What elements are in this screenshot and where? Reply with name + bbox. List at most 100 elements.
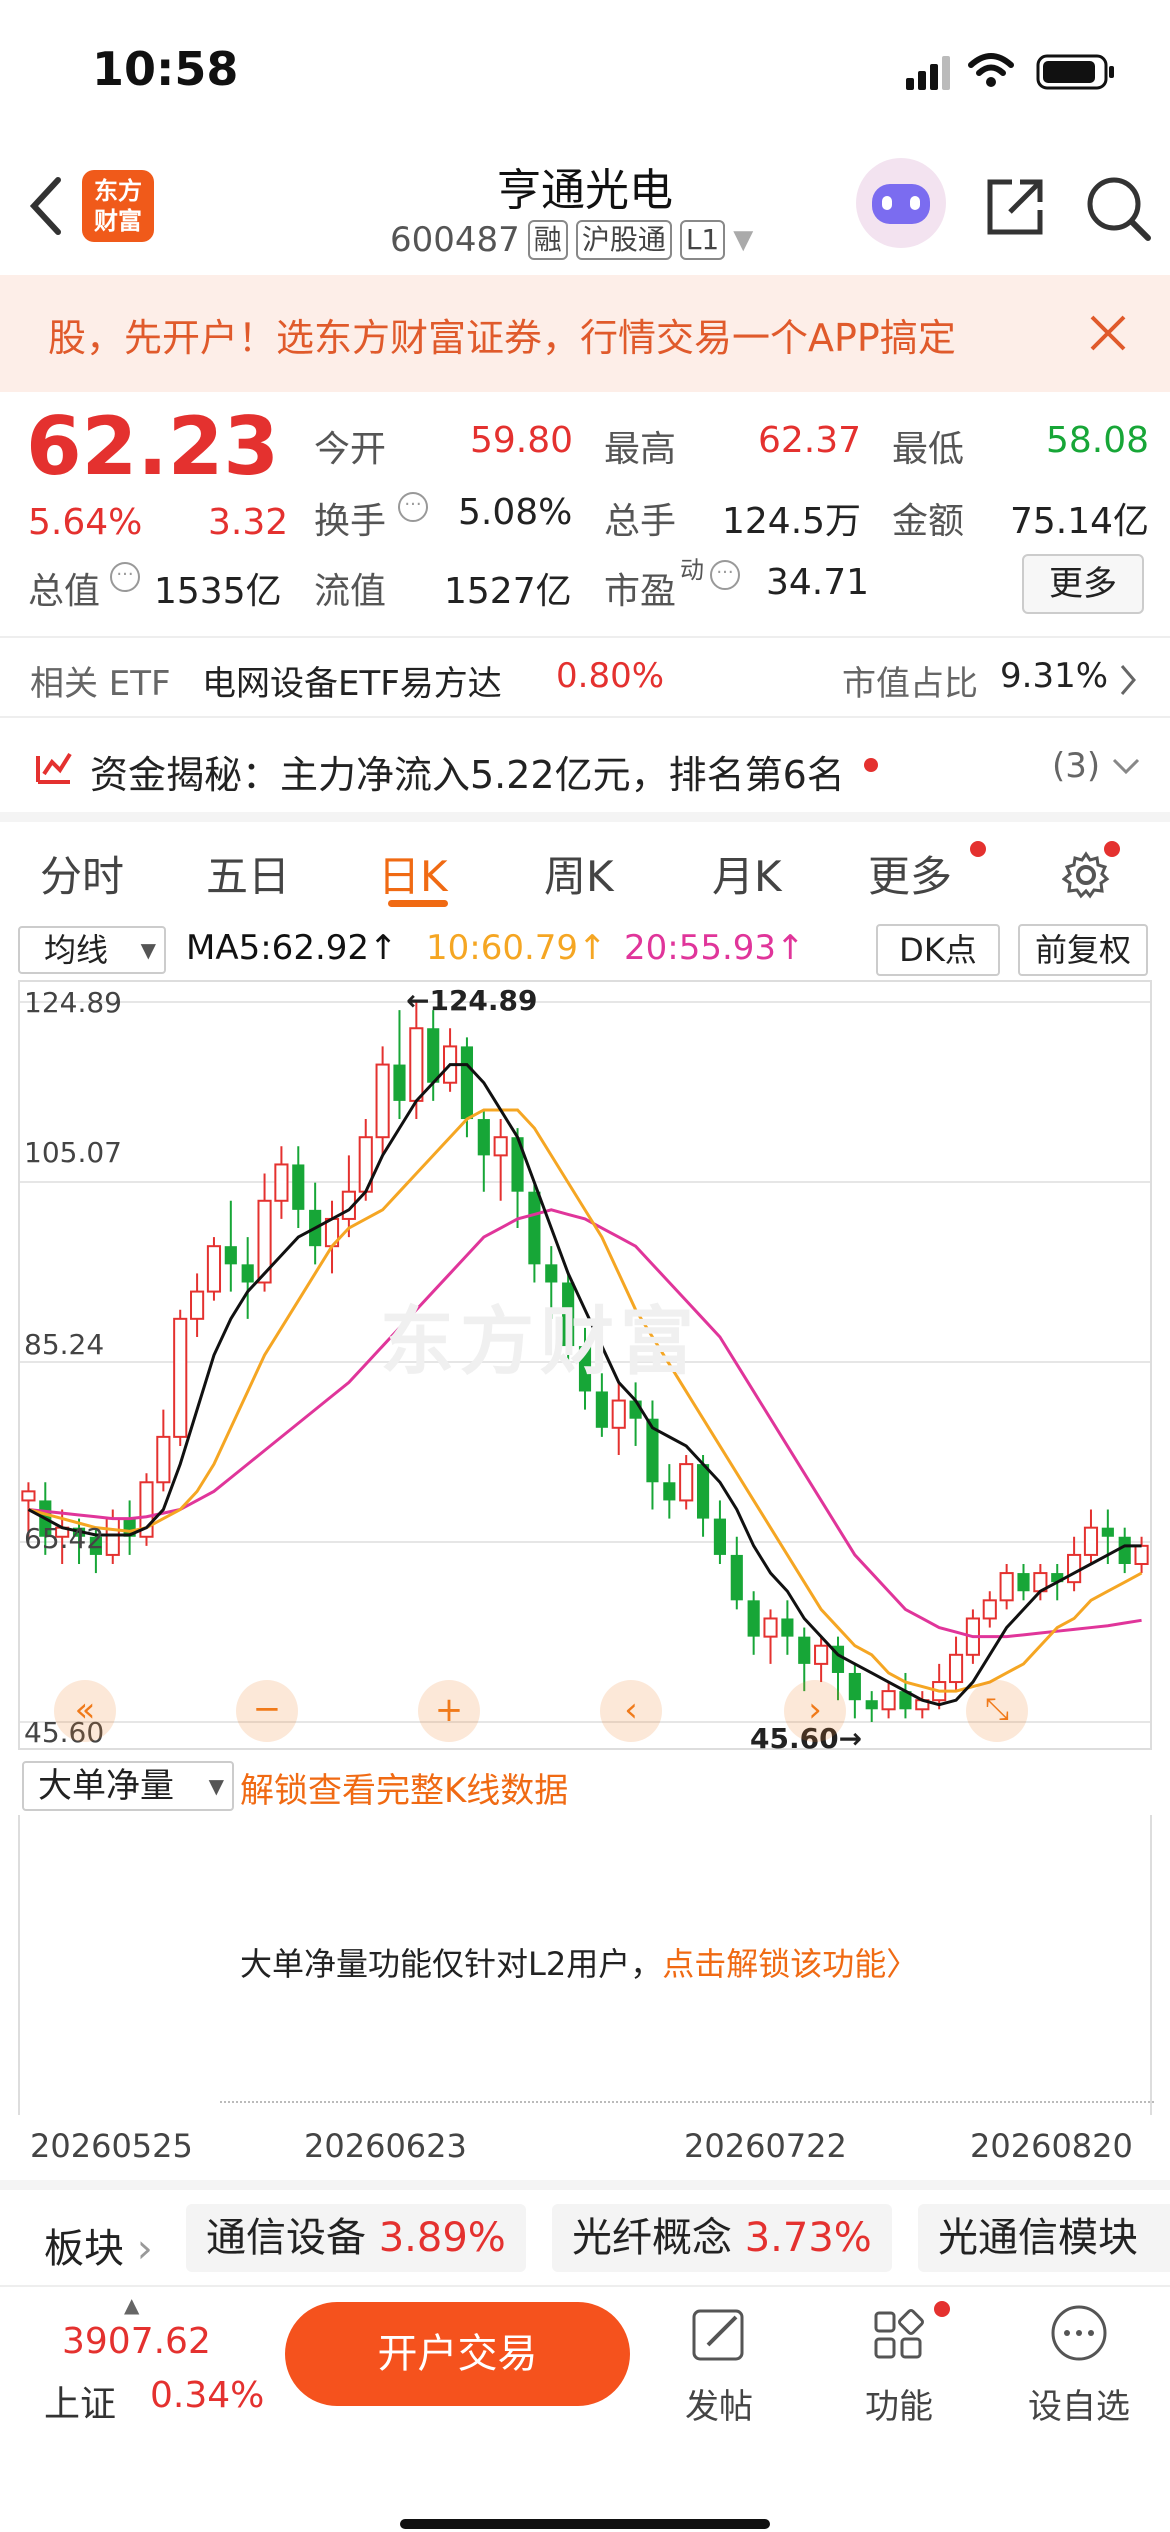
candle	[679, 1455, 694, 1510]
more-button[interactable]: 更多	[1022, 554, 1144, 614]
etf-name: 电网设备ETF易方达	[202, 664, 502, 704]
chart-tabs: 分时 五日 日K 周K 月K 更多	[0, 825, 1170, 917]
float-value: 1527亿	[444, 571, 572, 612]
tick-ruler	[220, 2101, 1154, 2115]
tab-more[interactable]: 更多	[868, 843, 952, 904]
unlock-feature-link[interactable]: 点击解锁该功能	[662, 1945, 886, 1983]
ma-legend-row: 均线 ▼ MA5:62.92↑ 10:60.79↑ 20:55.93↑ DK点 …	[0, 920, 1170, 980]
tab-monthly-k[interactable]: 月K	[712, 843, 782, 904]
candle	[1067, 1536, 1082, 1592]
adjust-button[interactable]: 前复权	[1018, 924, 1148, 976]
candle	[865, 1691, 878, 1722]
close-icon[interactable]	[1088, 313, 1128, 353]
sector-pct: 3.73%	[744, 2215, 872, 2261]
gear-icon[interactable]	[1062, 851, 1110, 899]
share-icon[interactable]	[982, 174, 1048, 240]
fund-flow-text: 资金揭秘：主力净流入5.22亿元，排名第6名	[90, 753, 845, 797]
pe-superscript: 动	[680, 556, 704, 584]
stock-code-line[interactable]: 600487 融 沪股通 L1 ▼	[390, 220, 753, 260]
turnover-value: 5.08%	[458, 492, 573, 533]
candle	[309, 1182, 322, 1265]
ma20-line	[28, 1208, 1142, 1639]
sector-label[interactable]: 板块 ›	[44, 2216, 153, 2274]
high-marker-label: ←124.89	[406, 984, 538, 1017]
function-label[interactable]: 功能	[844, 2379, 954, 2428]
dk-point-button[interactable]: DK点	[876, 924, 1000, 976]
index-name: 上证	[44, 2384, 117, 2425]
low-value: 58.08	[1046, 420, 1150, 461]
triangle-up-icon: ▲	[124, 2293, 140, 2317]
wifi-icon	[968, 53, 1014, 87]
candle	[948, 1636, 964, 1692]
unlock-kline-link[interactable]: 解锁查看完整K线数据	[240, 1763, 568, 1812]
level-tag: L1	[679, 220, 726, 260]
open-account-banner[interactable]: 股，先开户！选东方财富证券，行情交易一个APP搞定	[0, 275, 1170, 392]
ratio-label: 市值占比	[842, 664, 978, 704]
candle	[730, 1536, 743, 1610]
post-label[interactable]: 发帖	[664, 2379, 774, 2428]
add-watchlist-label[interactable]: 设自选	[1024, 2379, 1134, 2428]
turnover-label: 换手	[314, 501, 387, 542]
chevron-right-icon	[1120, 665, 1136, 695]
zoom-out-button[interactable]: −	[236, 1680, 298, 1742]
float-label: 流值	[314, 571, 387, 612]
candle	[781, 1600, 794, 1655]
change-amount: 3.32	[208, 502, 289, 543]
ma20-label: 20:55.93↑	[624, 928, 805, 968]
scroll-start-button[interactable]: «	[54, 1680, 116, 1742]
pe-value: 34.71	[766, 562, 870, 603]
tab-intraday[interactable]: 分时	[40, 843, 124, 904]
volume-label: 总手	[604, 501, 677, 542]
candle	[848, 1663, 861, 1719]
open-account-trade-button[interactable]: 开户交易	[285, 2302, 630, 2406]
candle	[206, 1237, 222, 1301]
new-dot	[970, 841, 986, 857]
candle	[190, 1273, 205, 1337]
candle	[663, 1464, 676, 1519]
candle	[1083, 1509, 1099, 1564]
candle	[814, 1636, 829, 1683]
stock-header: 东方 财富 亨通光电 600487 融 沪股通 L1 ▼	[0, 140, 1170, 275]
candle	[1017, 1563, 1030, 1601]
search-icon[interactable]	[1084, 174, 1154, 244]
ma-selector[interactable]: 均线 ▼	[18, 926, 166, 974]
home-indicator	[400, 2519, 770, 2529]
tab-daily-k[interactable]: 日K	[378, 843, 448, 904]
more-circle-icon[interactable]	[1024, 2303, 1134, 2365]
indicator-selector[interactable]: 大单净量 ▼	[22, 1761, 234, 1811]
candle	[477, 1109, 490, 1192]
fullscreen-button[interactable]: ⤡	[966, 1680, 1028, 1742]
kline-chart[interactable]: 东方财富 124.89 105.07 85.24 65.42 45.60 ←12…	[18, 980, 1152, 1755]
assistant-robot-icon[interactable]	[856, 158, 946, 248]
current-price: 62.23	[26, 400, 280, 493]
sector-chip[interactable]: 光纤概念 3.73%	[552, 2204, 892, 2272]
chevron-right-icon: 〉	[886, 1945, 919, 1983]
sector-chip[interactable]: 通信设备 3.89%	[186, 2204, 526, 2272]
tab-five-day[interactable]: 五日	[206, 843, 290, 904]
scroll-right-button[interactable]: ›	[784, 1680, 846, 1742]
candle	[139, 1473, 154, 1546]
zoom-in-button[interactable]: +	[418, 1680, 480, 1742]
candle	[274, 1146, 289, 1219]
pe-label: 市盈	[604, 571, 677, 612]
banner-text: 股，先开户！选东方财富证券，行情交易一个APP搞定	[48, 316, 956, 360]
y-tick-4: 65.42	[24, 1522, 105, 1555]
more-info-icon[interactable]: ···	[398, 492, 428, 522]
sector-chip[interactable]: 光通信模块	[918, 2204, 1170, 2272]
candle	[646, 1400, 659, 1510]
sector-row: 板块 › 通信设备 3.89% 光纤概念 3.73% 光通信模块	[0, 2190, 1170, 2285]
new-dot	[934, 2301, 950, 2317]
mktcap-value: 1535亿	[154, 571, 282, 612]
related-etf-row[interactable]: 相关 ETF 电网设备ETF易方达 0.80% 市值占比 9.31%	[0, 640, 1170, 714]
high-marker-value: 124.89	[429, 984, 538, 1017]
tab-weekly-k[interactable]: 周K	[544, 843, 614, 904]
more-info-icon[interactable]: ···	[710, 560, 740, 590]
date-axis: 20260525 20260623 20260722 20260820	[0, 2115, 1170, 2175]
index-value[interactable]: 3907.62	[62, 2321, 211, 2362]
fund-flow-row[interactable]: 资金揭秘：主力净流入5.22亿元，排名第6名 (3)	[0, 722, 1170, 814]
scroll-left-button[interactable]: ‹	[600, 1680, 662, 1742]
edit-post-icon[interactable]	[664, 2303, 774, 2365]
low-label: 最低	[892, 429, 965, 470]
more-info-icon[interactable]: ···	[110, 562, 140, 592]
etf-pct: 0.80%	[556, 656, 665, 696]
